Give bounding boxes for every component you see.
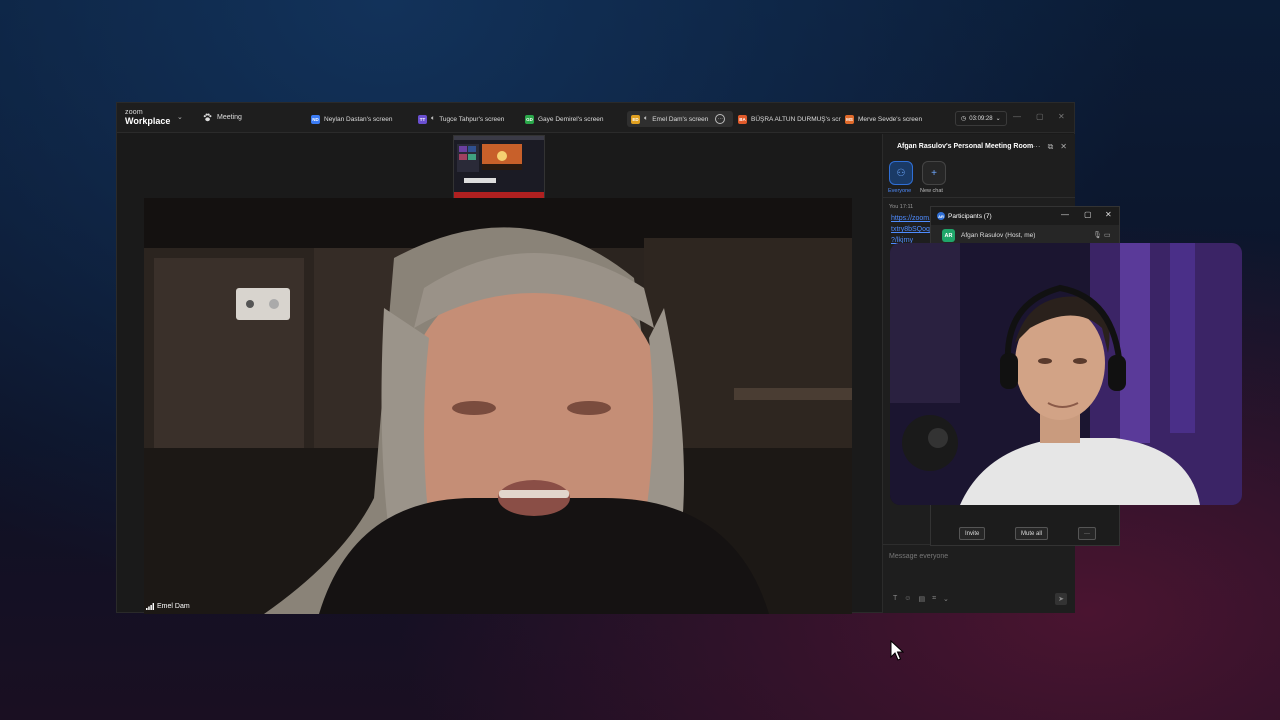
invite-button[interactable]: Invite	[959, 527, 986, 540]
speaker-video-frame	[144, 198, 852, 614]
avatar: BA	[738, 114, 747, 124]
tab-label: Emel Dam's screen	[652, 115, 709, 123]
more-icon[interactable]: ···	[1033, 142, 1041, 152]
new-chat-button[interactable]: +	[922, 161, 946, 185]
signal-icon	[146, 603, 154, 610]
participant-name: Afgan Rasulov (Host, me)	[961, 232, 1036, 239]
tab-screen-share[interactable]: TT 🔈︎ Tugce Tahpur's screen	[414, 111, 522, 127]
meeting-tab-label: Meeting	[217, 114, 242, 121]
camera-icon[interactable]: ▭	[1104, 231, 1111, 239]
tab-label: BÜŞRA ALTUN DURMUŞ's scr	[751, 115, 841, 123]
self-view-frame	[890, 243, 1242, 505]
close-icon[interactable]: ✕	[1105, 210, 1112, 219]
active-speaker-video[interactable]	[144, 198, 852, 614]
avatar: TT	[418, 114, 427, 124]
send-icon: ➤	[1058, 596, 1064, 603]
timer-value: 03:09:28	[969, 115, 993, 122]
tab-label: Gaye Demirel's screen	[538, 115, 604, 123]
shared-screen-thumbnail[interactable]	[453, 135, 545, 199]
pop-out-icon[interactable]: ⧉	[1048, 142, 1054, 152]
format-icon[interactable]: T	[893, 595, 897, 603]
cursor-icon	[890, 639, 905, 667]
tab-screen-share[interactable]: GD Gaye Demirel's screen	[521, 111, 629, 127]
tab-screen-share[interactable]: ND Neylan Dastan's screen	[307, 111, 415, 127]
avatar: ED	[631, 114, 640, 124]
avatar: GD	[525, 114, 534, 124]
close-icon[interactable]: ✕	[1060, 142, 1067, 152]
chevron-down-icon: ⌄	[995, 116, 1001, 122]
meeting-timer[interactable]: ◷ 03:09:28 ⌄	[955, 111, 1007, 126]
screenshot-icon[interactable]: ⌗	[932, 595, 936, 603]
tab-label: Tugce Tahpur's screen	[439, 115, 505, 123]
speaker-name: Emel Dam	[157, 603, 190, 610]
mute-all-button[interactable]: Mute all	[1015, 527, 1049, 540]
chat-link-line[interactable]: https://zoom.	[891, 215, 931, 222]
speaker-icon: 🔈︎	[644, 115, 649, 122]
minimize-icon[interactable]: —	[1061, 210, 1069, 219]
file-icon[interactable]: ▤	[918, 595, 925, 603]
avatar: MS	[845, 114, 854, 124]
maximize-icon[interactable]: ▢	[1036, 112, 1044, 121]
maximize-icon[interactable]: ▢	[1084, 210, 1092, 219]
everyone-chat-button[interactable]: ⚇	[889, 161, 913, 185]
tab-label: Merve Sevde's screen	[858, 115, 923, 123]
paw-icon	[203, 113, 212, 122]
tab-label: Neylan Dastan's screen	[324, 115, 393, 123]
chat-link-line[interactable]: txtry8bSQoq	[891, 226, 930, 233]
chat-toolbar: T ☺ ▤ ⌗ ⌄	[893, 595, 949, 603]
chat-panel-title: Afgan Rasulov's Personal Meeting Room	[897, 143, 1034, 150]
divider	[883, 197, 1075, 198]
title-bar: zoom Workplace ⌄ Meeting ND Neylan Dasta…	[117, 103, 1074, 133]
chevron-down-icon[interactable]: ⌄	[177, 113, 183, 121]
participants-title: Participants (7)	[948, 212, 992, 220]
speaker-icon: 🔈︎	[431, 115, 436, 122]
speaker-name-tag: Emel Dam	[146, 603, 190, 610]
clock-icon: ◷	[961, 116, 967, 122]
emoji-icon[interactable]: ☺	[904, 595, 911, 603]
zoom-logo[interactable]: zoom Workplace	[125, 109, 171, 126]
mic-icon[interactable]: 🎙︎	[1093, 231, 1102, 239]
plus-icon: +	[931, 167, 937, 179]
avatar: ND	[311, 114, 320, 124]
participants-title-bar: AR Participants (7)	[937, 212, 992, 220]
close-icon[interactable]: ✕	[1058, 112, 1065, 121]
thumbnail-preview	[454, 136, 544, 198]
chat-panel-controls: ··· ⧉ ✕	[1033, 142, 1067, 152]
tab-screen-share[interactable]: BA BÜŞRA ALTUN DURMUŞ's scr	[734, 111, 842, 127]
tab-meeting[interactable]: Meeting	[203, 113, 242, 122]
chevron-down-icon[interactable]: ⌄	[943, 595, 949, 603]
people-icon: ⚇	[896, 167, 906, 179]
self-view-video[interactable]	[890, 243, 1242, 505]
more-icon[interactable]: ···	[715, 114, 726, 124]
participant-row[interactable]: AR Afgan Rasulov (Host, me) 🎙︎ ▭	[931, 225, 1119, 245]
more-button[interactable]: ···	[1078, 527, 1096, 540]
tab-screen-share-active[interactable]: ED 🔈︎ Emel Dam's screen ···	[627, 111, 733, 127]
everyone-label: Everyone	[888, 188, 912, 194]
message-meta: You 17:11	[889, 204, 914, 210]
brand-line2: Workplace	[125, 116, 171, 126]
send-button[interactable]: ➤	[1055, 593, 1067, 605]
avatar: AR	[942, 229, 955, 242]
minimize-icon[interactable]: —	[1013, 112, 1021, 121]
tab-screen-share[interactable]: MS Merve Sevde's screen	[841, 111, 949, 127]
new-chat-label: New chat	[920, 188, 943, 194]
avatar: AR	[937, 212, 945, 220]
message-input[interactable]: Message everyone	[889, 553, 948, 560]
